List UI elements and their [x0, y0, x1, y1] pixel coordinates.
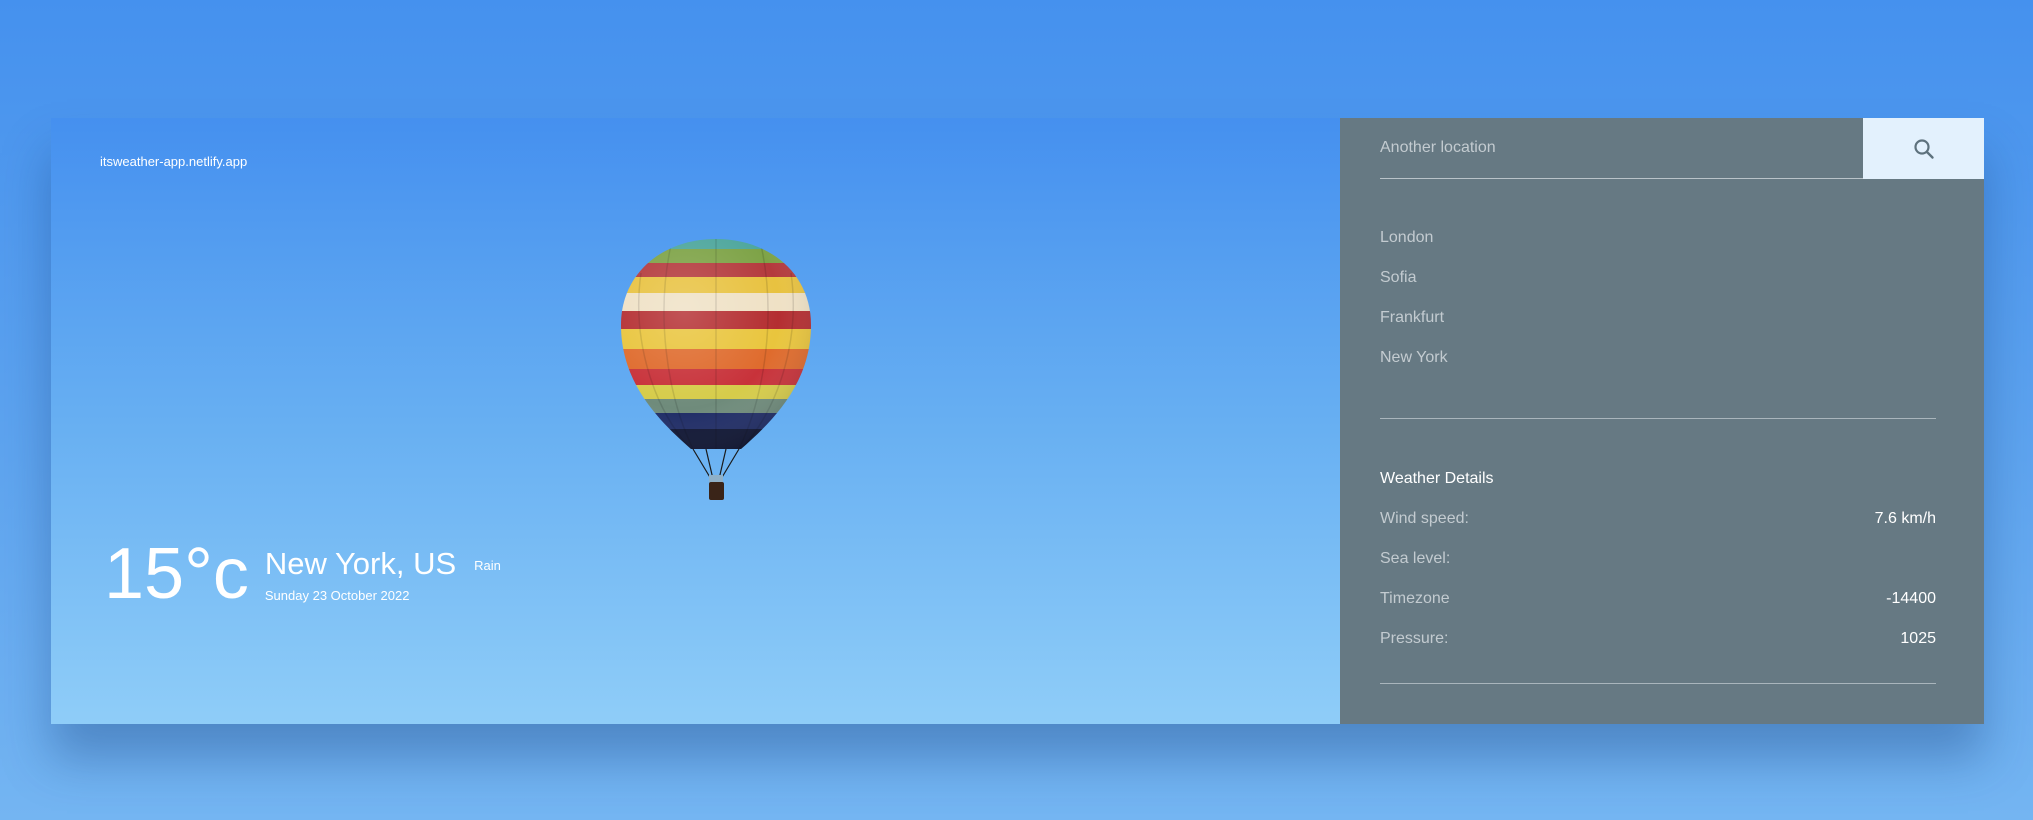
detail-value: -14400 [1886, 590, 1936, 607]
location-block: New York, US Sunday 23 October 2022 [265, 548, 456, 603]
detail-row-sea-level: Sea level: [1380, 550, 1936, 590]
city-item-new-york[interactable]: New York [1380, 349, 1448, 389]
city-name: New York, US [264, 546, 457, 581]
side-panel: London Sofia Frankfurt New York Weather … [1340, 118, 1984, 724]
location-search-input[interactable] [1380, 118, 1863, 179]
recent-cities-list: London Sofia Frankfurt New York [1380, 229, 1448, 389]
detail-row-wind-speed: Wind speed: 7.6 km/h [1380, 510, 1936, 550]
detail-value: 7.6 km/h [1874, 510, 1936, 527]
city-item-frankfurt[interactable]: Frankfurt [1380, 309, 1448, 349]
detail-label: Wind speed: [1380, 510, 1469, 527]
detail-value: 1025 [1900, 630, 1936, 647]
temperature-value: 15°c [104, 534, 249, 614]
hot-air-balloon-image [621, 239, 811, 500]
weather-card: itsweather-app.netlify.app 15°c New York… [51, 118, 1984, 724]
divider [1380, 418, 1936, 419]
detail-label: Pressure: [1380, 630, 1449, 647]
search-button[interactable] [1863, 118, 1984, 179]
weather-hero: itsweather-app.netlify.app 15°c New York… [51, 118, 1340, 724]
current-date: Sunday 23 October 2022 [264, 588, 410, 603]
search-icon [1913, 138, 1934, 159]
current-weather: 15°c New York, US Sunday 23 October 2022… [104, 538, 501, 610]
detail-label: Sea level: [1380, 550, 1451, 567]
site-url-label: itsweather-app.netlify.app [100, 154, 248, 169]
detail-row-pressure: Pressure: 1025 [1380, 630, 1936, 670]
detail-label: Timezone [1380, 590, 1450, 607]
search-bar [1340, 118, 1984, 179]
city-item-sofia[interactable]: Sofia [1380, 269, 1448, 309]
weather-details-title: Weather Details [1380, 470, 1494, 487]
weather-condition: Rain [474, 558, 501, 573]
detail-row-timezone: Timezone -14400 [1380, 590, 1936, 630]
weather-details-list: Wind speed: 7.6 km/h Sea level: Timezone… [1380, 510, 1936, 670]
city-item-london[interactable]: London [1380, 229, 1448, 269]
divider [1380, 683, 1936, 684]
